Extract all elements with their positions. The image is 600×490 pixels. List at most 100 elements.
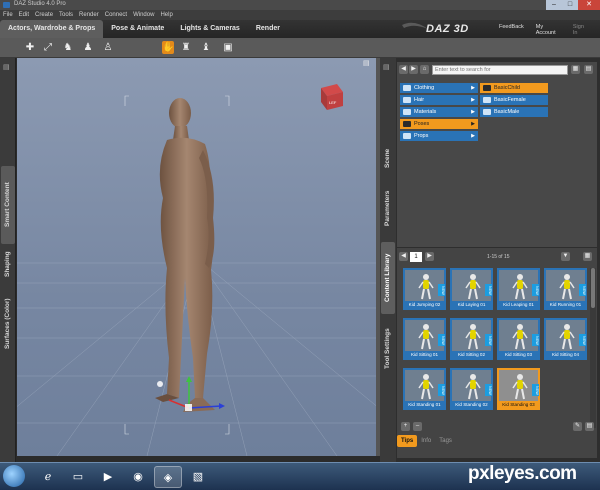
tab-info[interactable]: Info [417,435,435,447]
dock-pin-icon[interactable]: ▤ [3,63,12,71]
photoshop-icon[interactable]: ▧ [184,466,212,488]
right-dock-pin-icon[interactable]: ▤ [383,63,390,71]
content-thumbnail[interactable]: NEW Kid Sitting 04 [544,318,587,360]
file-explorer-icon[interactable]: ▭ [64,466,92,488]
folder-hair[interactable]: Hair ▶ [400,95,478,105]
view-cube[interactable]: LEF [321,84,343,110]
my-account-link[interactable]: My Account [536,24,561,36]
library-options-icon[interactable]: ▤ [584,65,593,74]
daz-studio-window: DAZ Studio 4.0 Pro – □ ✕ File Edit Creat… [0,0,600,490]
menu-help[interactable]: Help [160,10,172,20]
menu-render[interactable]: Render [79,10,99,20]
back-arrow-icon[interactable]: ◀ [399,65,408,74]
menu-file[interactable]: File [3,10,13,20]
header-links: FeedBack My Account Sign In [499,24,600,36]
content-thumbnail[interactable]: NEW Kid Sitting 01 [403,318,446,360]
menu-edit[interactable]: Edit [19,10,29,20]
menu-connect[interactable]: Connect [105,10,127,20]
prev-page-icon[interactable]: ◀ [399,252,408,261]
content-thumbnail[interactable]: NEW Kid Standing 01 [403,368,446,410]
pose-tool-icon[interactable]: ✋ [162,41,174,54]
next-page-icon[interactable]: ▶ [425,252,434,261]
content-thumbnail[interactable]: NEW Kid Standing 02 [450,368,493,410]
pose-figure-icon[interactable]: ♜ [180,41,192,54]
figure-genesis[interactable] [155,98,215,412]
app-icon [3,2,10,8]
feedback-link[interactable]: FeedBack [499,24,524,36]
title-bar: DAZ Studio 4.0 Pro – □ ✕ [0,0,600,10]
content-thumbnail[interactable]: NEW Kid Leaping 01 [497,268,540,310]
folder-icon [403,85,411,91]
tab-tool-settings[interactable]: Tool Settings [381,320,395,378]
universal-tool-icon[interactable]: ⤢ [42,41,54,54]
content-scrollbar[interactable] [590,268,596,428]
tab-surfaces-color[interactable]: Surfaces (Color) [1,286,15,362]
tab-shaping[interactable]: Shaping [1,244,15,284]
3d-viewport[interactable]: LEF ▤ [17,58,376,456]
tab-actors-wardrobe-props[interactable]: Actors, Wardrobe & Props [0,20,104,38]
thumbnail-size-icon[interactable]: ▦ [583,252,592,261]
folder-poses[interactable]: Poses ▶ [400,119,478,129]
node-selection-icon[interactable]: ✚ [24,41,36,54]
tab-tips[interactable]: Tips [397,435,418,447]
pose-preview-icon [418,274,434,300]
maximize-icon[interactable]: □ [562,0,578,10]
close-icon[interactable]: ✕ [578,0,600,10]
folder-icon [403,97,411,103]
figure-group-icon[interactable]: ♙ [102,41,114,54]
start-button[interactable] [3,465,25,487]
content-thumbnail[interactable]: NEW Kid Sitting 03 [497,318,540,360]
folder-props[interactable]: Props ▶ [400,131,478,141]
content-filter-icon[interactable]: ▼ [561,252,570,261]
tab-tags[interactable]: Tags [435,435,456,447]
tab-scene[interactable]: Scene [381,140,395,176]
page-number-input[interactable]: 1 [410,252,422,262]
library-menu-icon[interactable]: ▤ [585,422,594,431]
folder-icon [403,109,411,115]
search-input[interactable] [432,65,568,75]
content-thumbnail[interactable]: NEW Kid Laying 01 [450,268,493,310]
home-icon[interactable]: ⌂ [420,65,429,74]
figure-icon[interactable]: ♟ [82,41,94,54]
camera-figure-icon[interactable]: ♝ [200,41,212,54]
folder-materials[interactable]: Materials ▶ [400,107,478,117]
tab-pose-animate[interactable]: Pose & Animate [103,20,172,38]
folder-basicfemale[interactable]: BasicFemale [480,95,548,105]
content-thumbnail[interactable]: NEW Kid Running 01 [544,268,587,310]
folder-label: BasicFemale [494,97,526,103]
thumbnail-label: Kid Running 01 [546,301,585,308]
folder-basicchild[interactable]: BasicChild [480,83,548,93]
content-thumbnail[interactable]: NEW Kid Standing 03 [497,368,540,410]
menu-tools[interactable]: Tools [59,10,73,20]
library-settings-icon[interactable]: ✎ [573,422,582,431]
tab-lights-cameras[interactable]: Lights & Cameras [172,20,248,38]
figure-pose-icon[interactable]: ♞ [62,41,74,54]
sign-in-link[interactable]: Sign In [573,24,588,36]
content-thumbnail[interactable]: NEW Kid Jumping 02 [403,268,446,310]
media-player-icon[interactable]: ▶ [94,466,122,488]
folder-label: Hair [414,97,425,103]
folder-basicmale[interactable]: BasicMale [480,107,548,117]
content-thumbnail[interactable]: NEW Kid Sitting 02 [450,318,493,360]
tab-content-library[interactable]: Content Library [381,242,395,314]
firefox-icon[interactable]: ◉ [124,466,152,488]
minimize-icon[interactable]: – [546,0,562,10]
forward-arrow-icon[interactable]: ▶ [409,65,418,74]
viewport-options-icon[interactable]: ▤ [363,60,371,67]
folder-label: Clothing [414,85,435,91]
tab-smart-content[interactable]: Smart Content [1,166,15,244]
menu-create[interactable]: Create [35,10,53,20]
tab-parameters[interactable]: Parameters [381,182,395,234]
remove-item-icon[interactable]: – [413,422,422,431]
view-mode-icon[interactable]: ▦ [571,65,580,74]
menu-window[interactable]: Window [133,10,154,20]
render-icon[interactable]: ▣ [222,41,234,54]
chevron-right-icon: ▶ [471,109,475,115]
tab-render[interactable]: Render [248,20,288,38]
daz-studio-taskbar-icon[interactable]: ◈ [154,466,182,488]
thumbnail-label: Kid Standing 01 [405,401,444,408]
scrollbar-thumb[interactable] [591,268,595,308]
add-item-icon[interactable]: + [401,422,410,431]
folder-clothing[interactable]: Clothing ▶ [400,83,478,93]
internet-explorer-icon[interactable]: ℯ [34,466,62,488]
